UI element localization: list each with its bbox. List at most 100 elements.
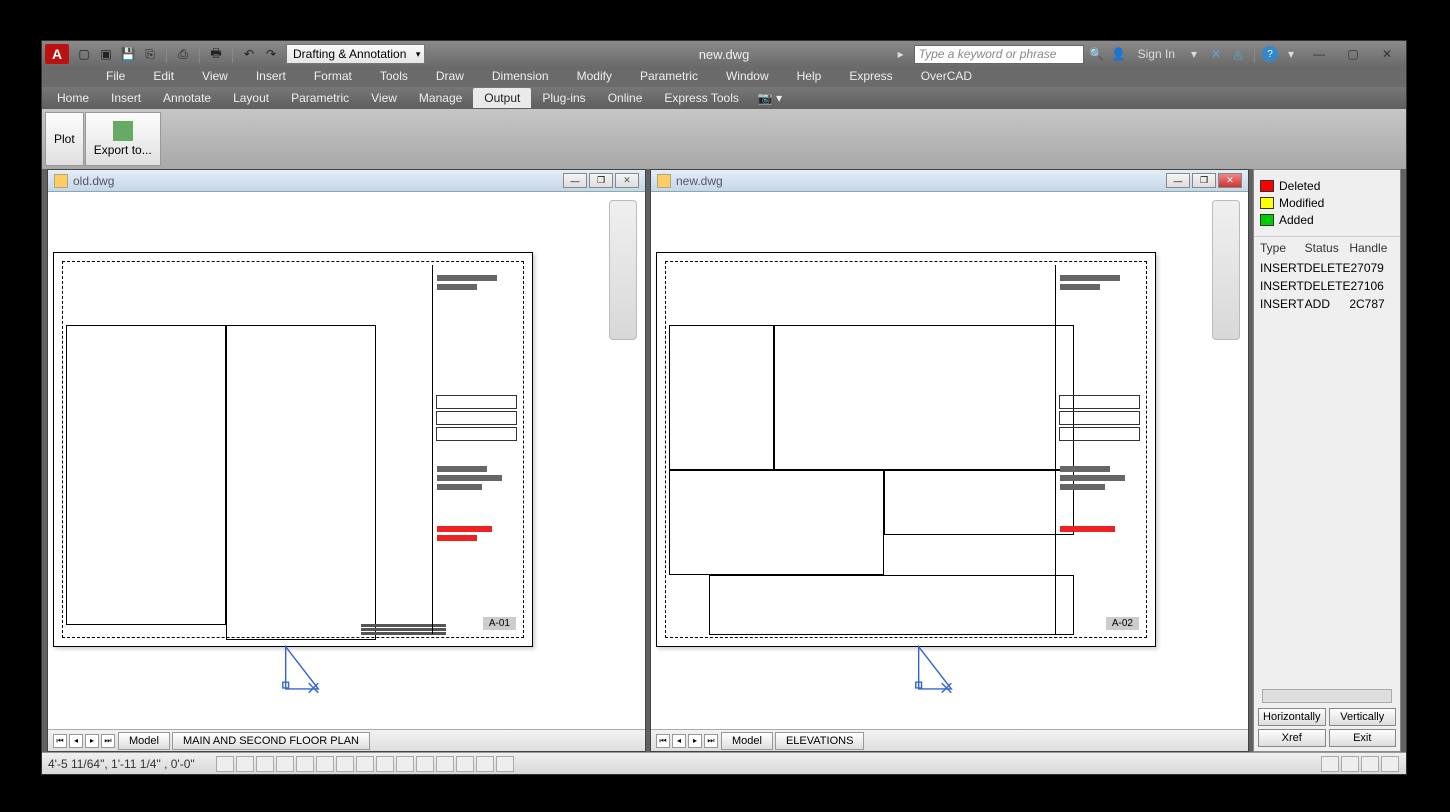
xref-button[interactable]: Xref [1258, 729, 1326, 747]
drawing-canvas[interactable]: A-02 [651, 192, 1248, 729]
model-icon[interactable] [456, 756, 474, 772]
dyn-icon[interactable] [356, 756, 374, 772]
last-icon[interactable]: ⏭ [704, 734, 718, 748]
tab-parametric[interactable]: Parametric [280, 88, 360, 108]
status-1-icon[interactable] [1321, 756, 1339, 772]
table-row[interactable]: INSERTDELETE27079 [1254, 259, 1400, 277]
first-icon[interactable]: ⏮ [656, 734, 670, 748]
cloud-icon[interactable]: ◬ [1229, 45, 1247, 63]
menu-parametric[interactable]: Parametric [626, 67, 712, 87]
print-icon[interactable]: 🖶 [207, 45, 225, 63]
exit-button[interactable]: Exit [1329, 729, 1397, 747]
open-icon[interactable]: ▣ [97, 45, 115, 63]
tab-online[interactable]: Online [597, 88, 654, 108]
exchange-icon[interactable]: ✕ [1207, 45, 1225, 63]
menu-insert[interactable]: Insert [242, 67, 300, 87]
maximize-button[interactable]: ▢ [1338, 45, 1368, 63]
restore-button[interactable]: ❐ [589, 173, 613, 188]
drawing-canvas[interactable]: A-01 [48, 192, 645, 729]
undo-icon[interactable]: ↶ [240, 45, 258, 63]
anno-icon[interactable] [476, 756, 494, 772]
ucs-icon[interactable] [278, 639, 326, 699]
polar-icon[interactable] [276, 756, 294, 772]
close-button[interactable]: ✕ [615, 173, 639, 188]
tpy-icon[interactable] [396, 756, 414, 772]
qp-icon[interactable] [416, 756, 434, 772]
lwt-icon[interactable] [376, 756, 394, 772]
status-2-icon[interactable] [1341, 756, 1359, 772]
menu-draw[interactable]: Draw [422, 67, 478, 87]
navigation-bar[interactable] [609, 200, 637, 340]
tab-extra-icon[interactable]: 📷 ▾ [750, 88, 790, 108]
anno2-icon[interactable] [496, 756, 514, 772]
vertically-button[interactable]: Vertically [1329, 708, 1397, 726]
chevron-down-icon[interactable]: ▾ [1282, 45, 1300, 63]
scrollbar-horizontal[interactable] [1262, 689, 1392, 703]
menu-modify[interactable]: Modify [563, 67, 626, 87]
tab-manage[interactable]: Manage [408, 88, 473, 108]
tab-output[interactable]: Output [473, 88, 531, 108]
status-3-icon[interactable] [1361, 756, 1379, 772]
workspace-dropdown[interactable]: Drafting & Annotation [286, 44, 425, 64]
menu-help[interactable]: Help [783, 67, 836, 87]
export-button[interactable]: Export to... [85, 112, 161, 166]
last-icon[interactable]: ⏭ [101, 734, 115, 748]
menu-file[interactable]: File [92, 67, 139, 87]
saveas-icon[interactable]: ⎘ [141, 45, 159, 63]
osnap-icon[interactable] [296, 756, 314, 772]
navigation-bar[interactable] [1212, 200, 1240, 340]
next-icon[interactable]: ▸ [688, 734, 702, 748]
layout-tab-floorplan[interactable]: MAIN AND SECOND FLOOR PLAN [172, 732, 370, 750]
menu-dimension[interactable]: Dimension [478, 67, 563, 87]
docwin-titlebar[interactable]: old.dwg — ❐ ✕ [48, 170, 645, 192]
menu-edit[interactable]: Edit [139, 67, 188, 87]
help-icon[interactable]: ? [1262, 46, 1278, 62]
status-4-icon[interactable] [1381, 756, 1399, 772]
signin-button[interactable]: Sign In [1132, 47, 1181, 61]
ducs-icon[interactable] [336, 756, 354, 772]
menu-format[interactable]: Format [300, 67, 366, 87]
grid-icon[interactable] [236, 756, 254, 772]
app-logo-icon[interactable]: A [45, 44, 69, 64]
plot-button[interactable]: Plot [45, 112, 84, 166]
redo-icon[interactable]: ↷ [262, 45, 280, 63]
prev-icon[interactable]: ◂ [672, 734, 686, 748]
close-button[interactable]: ✕ [1372, 45, 1402, 63]
menu-tools[interactable]: Tools [366, 67, 422, 87]
chevron-down-icon[interactable]: ▾ [1185, 45, 1203, 63]
search-icon[interactable]: 🔍 [1088, 45, 1106, 63]
play-icon[interactable]: ▸ [892, 45, 910, 63]
table-row[interactable]: INSERTDELETE27106 [1254, 277, 1400, 295]
new-icon[interactable]: ▢ [75, 45, 93, 63]
prev-icon[interactable]: ◂ [69, 734, 83, 748]
ortho-icon[interactable] [256, 756, 274, 772]
first-icon[interactable]: ⏮ [53, 734, 67, 748]
layout-tab-model[interactable]: Model [118, 732, 170, 750]
horizontally-button[interactable]: Horizontally [1258, 708, 1326, 726]
menu-window[interactable]: Window [712, 67, 783, 87]
table-row[interactable]: INSERTADD2C787 [1254, 295, 1400, 313]
close-button[interactable]: ✕ [1218, 173, 1242, 188]
menu-view[interactable]: View [188, 67, 242, 87]
tab-view[interactable]: View [360, 88, 408, 108]
user-icon[interactable]: 👤 [1110, 45, 1128, 63]
tab-express-tools[interactable]: Express Tools [653, 88, 749, 108]
tab-layout[interactable]: Layout [222, 88, 280, 108]
menu-express[interactable]: Express [835, 67, 906, 87]
tab-home[interactable]: Home [46, 88, 100, 108]
tab-plugins[interactable]: Plug-ins [531, 88, 596, 108]
layout-tab-elevations[interactable]: ELEVATIONS [775, 732, 864, 750]
menu-overcad[interactable]: OverCAD [907, 67, 986, 87]
tab-annotate[interactable]: Annotate [152, 88, 222, 108]
plot-icon[interactable]: ⎙ [174, 45, 192, 63]
minimize-button[interactable]: — [1304, 45, 1334, 63]
object-track-icon[interactable] [316, 756, 334, 772]
layout-tab-model[interactable]: Model [721, 732, 773, 750]
ucs-icon[interactable] [911, 639, 959, 699]
sc-icon[interactable] [436, 756, 454, 772]
minimize-button[interactable]: — [1166, 173, 1190, 188]
tab-insert[interactable]: Insert [100, 88, 152, 108]
save-icon[interactable]: 💾 [119, 45, 137, 63]
next-icon[interactable]: ▸ [85, 734, 99, 748]
restore-button[interactable]: ❐ [1192, 173, 1216, 188]
